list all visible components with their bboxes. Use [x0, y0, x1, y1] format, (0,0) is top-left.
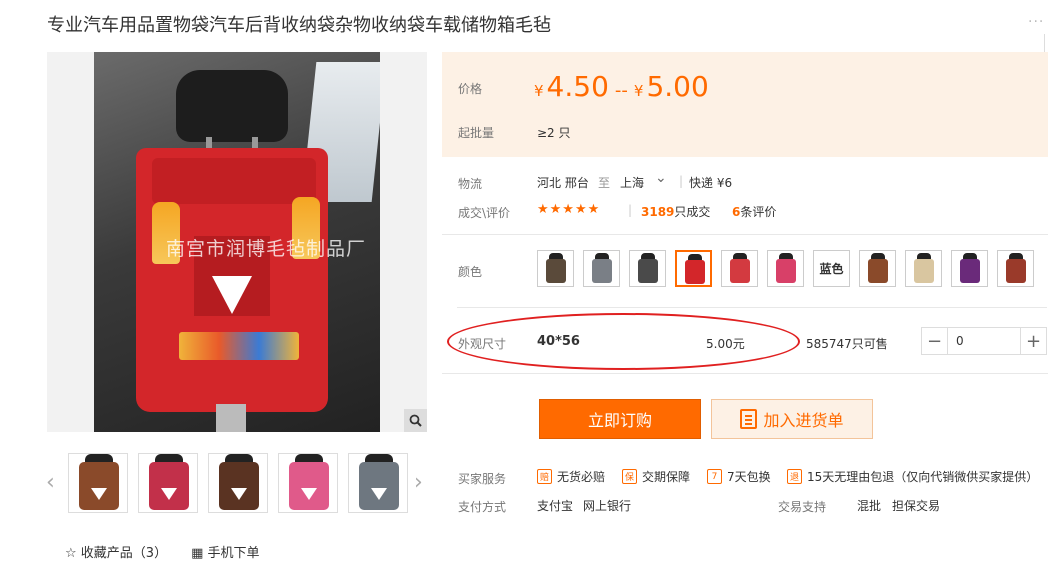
image-watermark: 南宫市润博毛毡制品厂: [166, 238, 367, 260]
payment-bank: 网上银行: [583, 499, 632, 513]
favorite-link[interactable]: ☆ 收藏产品（3）: [65, 542, 167, 561]
color-swatch-3[interactable]: [629, 250, 666, 287]
highlight-ellipse: [447, 313, 800, 370]
chevron-left-icon[interactable]: ‹: [46, 470, 55, 495]
color-swatch-7[interactable]: 蓝色: [813, 250, 850, 287]
qrcode-icon: ▦: [191, 546, 204, 561]
thumbnail-5[interactable]: [348, 453, 408, 513]
magnifier-icon[interactable]: [404, 409, 427, 432]
quantity-input[interactable]: 0: [948, 328, 1020, 354]
decrease-button[interactable]: −: [922, 328, 948, 354]
return-icon: 退: [787, 469, 802, 484]
chevron-right-icon[interactable]: ›: [414, 470, 423, 495]
add-to-cart-button[interactable]: 加入进货单: [711, 399, 873, 439]
payment-label: 支付方式: [458, 500, 507, 514]
divider: [457, 307, 1047, 308]
compensation-icon: 赔: [537, 469, 552, 484]
thumbnail-1[interactable]: [68, 453, 128, 513]
buy-now-button[interactable]: 立即订购: [539, 399, 701, 439]
thumbnail-strip: [68, 453, 408, 513]
divider: [442, 234, 1048, 235]
logistics-label: 物流: [458, 177, 483, 191]
shipping-fee: 快递 ¥6: [689, 176, 733, 190]
thumbnail-2[interactable]: [138, 453, 198, 513]
mobile-order-link[interactable]: ▦ 手机下单: [191, 542, 259, 561]
thumbnail-3[interactable]: [208, 453, 268, 513]
main-product-image[interactable]: 南宫市润博毛毡制品厂: [47, 52, 427, 432]
price-label: 价格: [458, 82, 483, 96]
guarantee-icon: 保: [622, 469, 637, 484]
star-icon: ☆: [65, 546, 77, 561]
chevron-down-icon[interactable]: ⌄: [655, 170, 667, 186]
trade-guarantee: 担保交易: [892, 499, 941, 513]
trade-mixed: 混批: [857, 499, 882, 513]
service-no-stock-compensation[interactable]: 赔无货必赔: [537, 468, 605, 485]
color-swatch-6[interactable]: [767, 250, 804, 287]
increase-button[interactable]: +: [1020, 328, 1046, 354]
min-order-value: ≥2 只: [537, 126, 571, 140]
color-swatches: 蓝色: [537, 250, 1034, 287]
deals-divider: |: [628, 203, 633, 217]
deals-label: 成交\评价: [458, 206, 511, 220]
thumbnail-4[interactable]: [278, 453, 338, 513]
color-label: 颜色: [458, 265, 483, 279]
deal-count[interactable]: 3189只成交: [641, 203, 710, 220]
logistics-destination[interactable]: 上海: [620, 174, 644, 191]
service-delivery-guarantee[interactable]: 保交期保障: [622, 468, 690, 485]
payment-alipay: 支付宝: [537, 499, 574, 513]
color-swatch-10[interactable]: [951, 250, 988, 287]
product-photo: 南宫市润博毛毡制品厂: [94, 52, 380, 432]
divider: [442, 373, 1048, 374]
logistics-divider: |: [679, 174, 684, 188]
review-count[interactable]: 6条评价: [732, 203, 776, 220]
exchange-icon: 7: [707, 469, 722, 484]
service-7day-exchange[interactable]: 7 7天包换: [707, 468, 771, 485]
more-dots[interactable]: ···: [1028, 14, 1044, 30]
price-range: ¥4.50 -- ¥5.00: [534, 70, 709, 103]
min-order-label: 起批量: [458, 126, 495, 140]
price-panel: [442, 52, 1048, 157]
footer-links: ☆ 收藏产品（3） ▦ 手机下单: [65, 542, 260, 561]
color-swatch-4[interactable]: [675, 250, 712, 287]
services-label: 买家服务: [458, 472, 507, 486]
color-swatch-8[interactable]: [859, 250, 896, 287]
color-swatch-5[interactable]: [721, 250, 758, 287]
quantity-stepper[interactable]: − 0 +: [921, 327, 1047, 355]
logistics-origin: 河北 邢台: [537, 176, 589, 190]
color-swatch-2[interactable]: [583, 250, 620, 287]
rating-stars: ★★★★★: [537, 202, 601, 217]
clipboard-icon: [740, 409, 758, 429]
logistics-to: 至: [598, 176, 611, 190]
product-title: 专业汽车用品置物袋汽车后背收纳袋杂物收纳袋车载储物箱毛毡: [47, 15, 551, 36]
color-swatch-9[interactable]: [905, 250, 942, 287]
color-swatch-1[interactable]: [537, 250, 574, 287]
stock-available: 585747只可售: [806, 337, 888, 351]
color-swatch-11[interactable]: [997, 250, 1034, 287]
service-15day-return[interactable]: 退 15天无理由包退（仅向代销微供买家提供）: [787, 468, 1038, 485]
trade-label: 交易支持: [778, 500, 827, 514]
